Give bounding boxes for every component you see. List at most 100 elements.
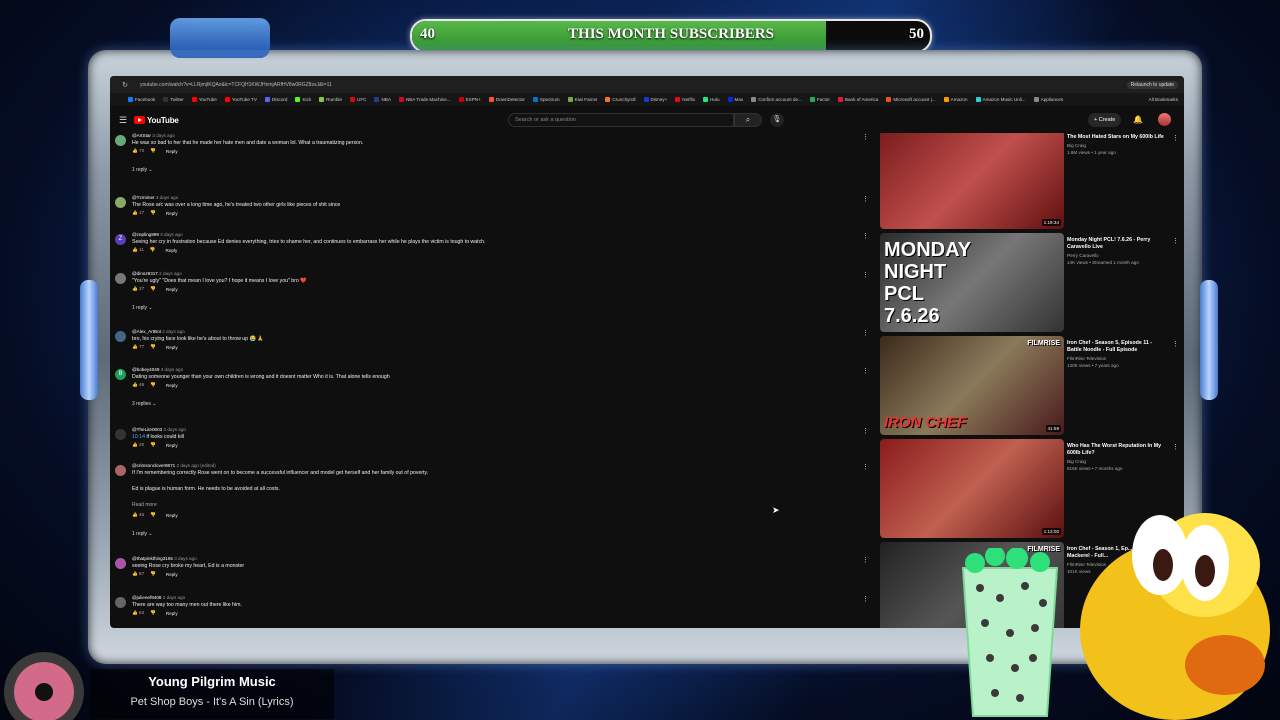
comment-author[interactable]: @Tzmimer 3 days ago — [132, 195, 178, 200]
bookmark-item[interactable]: Bank of America — [837, 97, 878, 102]
comment-handle[interactable]: @Alex_ArtBot — [132, 329, 161, 334]
comment-author[interactable]: @crimsonclover9871 2 days ago (edited) — [132, 463, 216, 468]
reply-button[interactable]: Reply — [166, 345, 178, 350]
video-title[interactable]: Monday Night PCL! 7.6.26 - Perry Caravel… — [1067, 237, 1167, 251]
reply-button[interactable]: Reply — [166, 383, 178, 388]
dislike-icon[interactable]: 👎 — [150, 247, 156, 253]
like-button[interactable]: 👍 46 — [132, 382, 144, 388]
bookmark-item[interactable]: Factor — [809, 97, 830, 102]
replies-toggle[interactable]: 1 reply ⌄ — [132, 167, 153, 173]
bookmark-item[interactable]: NBA Trade Machine... — [398, 97, 451, 102]
comment-handle[interactable]: @julienef9408 — [132, 595, 161, 600]
comment-avatar[interactable] — [115, 135, 126, 146]
comment-avatar[interactable] — [115, 597, 126, 608]
comment-handle[interactable]: @ArtStar — [132, 133, 151, 138]
video-title[interactable]: The Most Hated Stars on My 600lb Life — [1067, 134, 1167, 141]
reply-button[interactable]: Reply — [166, 211, 178, 216]
dislike-icon[interactable]: 👎 — [150, 286, 156, 292]
like-button[interactable]: 👍 27 — [132, 286, 144, 292]
related-video-item[interactable]: 1:19:34 The Most Hated Stars on My 600lb … — [880, 133, 1180, 231]
comment-more-icon[interactable]: ⋮ — [862, 329, 869, 337]
hamburger-menu-icon[interactable]: ☰ — [112, 115, 134, 126]
comment-more-icon[interactable]: ⋮ — [862, 367, 869, 375]
read-more-link[interactable]: Read more — [132, 502, 157, 508]
bookmark-item[interactable]: Max — [727, 97, 743, 102]
comment-author[interactable]: @Alex_ArtBot 2 days ago — [132, 329, 185, 334]
search-button[interactable]: ⌕ — [734, 113, 762, 127]
bookmark-item[interactable]: Kiwi Farms — [567, 97, 597, 102]
like-button[interactable]: 👍 77 — [132, 344, 144, 350]
like-button[interactable]: 👍 17 — [132, 210, 144, 216]
comment-more-icon[interactable]: ⋮ — [862, 595, 869, 603]
bookmark-item[interactable]: Spectrum — [532, 97, 560, 102]
bookmark-item[interactable]: DownDetector — [488, 97, 525, 102]
all-bookmarks-button[interactable]: All Bookmarks — [1149, 97, 1178, 102]
bookmark-item[interactable]: Microsoft account |... — [886, 97, 936, 102]
comment-handle[interactable]: @crimsonclover9871 — [132, 463, 175, 468]
comment-author[interactable]: @ArtStar 3 days ago — [132, 133, 175, 138]
dislike-icon[interactable]: 👎 — [150, 210, 156, 216]
bookmark-item[interactable]: Amazon — [943, 97, 968, 102]
relaunch-button[interactable]: Relaunch to update — [1126, 80, 1178, 89]
comment-author[interactable]: @thatpinkthing3165 3 days ago — [132, 556, 197, 561]
comment-handle[interactable]: @dinoz9317 — [132, 271, 158, 276]
bookmark-item[interactable]: Appliances — [1033, 97, 1063, 102]
reply-button[interactable]: Reply — [166, 611, 178, 616]
dislike-icon[interactable]: 👎 — [150, 442, 156, 448]
bookmark-item[interactable]: UFC — [350, 97, 366, 102]
bookmark-item[interactable]: Facebook — [128, 97, 155, 102]
related-video-item[interactable]: MONDAY NIGHT PCL 7.6.26 Monday Night PCL!… — [880, 233, 1180, 334]
bookmark-item[interactable]: Rumble — [319, 97, 342, 102]
like-button[interactable]: 👍 70 — [132, 148, 144, 154]
comment-author[interactable]: @zepling999 3 days ago — [132, 232, 183, 237]
video-channel[interactable]: Big Craig — [1067, 143, 1086, 148]
dislike-icon[interactable]: 👎 — [150, 571, 156, 577]
comment-more-icon[interactable]: ⋮ — [862, 195, 869, 203]
account-avatar[interactable] — [1158, 113, 1171, 126]
bookmark-item[interactable]: NBA — [374, 97, 391, 102]
comment-handle[interactable]: @thatpinkthing3165 — [132, 556, 173, 561]
bookmark-item[interactable]: Hulu — [703, 97, 720, 102]
replies-toggle[interactable]: 1 reply ⌄ — [132, 531, 153, 537]
video-thumbnail[interactable]: 1:19:34 — [880, 133, 1064, 229]
comment-author[interactable]: @dinoz9317 2 days ago — [132, 271, 182, 276]
create-button[interactable]: + Create — [1088, 113, 1122, 127]
reply-button[interactable]: Reply — [166, 287, 178, 292]
video-more-icon[interactable]: ⋮ — [1172, 237, 1179, 245]
comment-avatar[interactable] — [115, 558, 126, 569]
comment-handle[interactable]: @zepling999 — [132, 232, 159, 237]
bookmark-item[interactable]: Discord — [264, 97, 287, 102]
comment-more-icon[interactable]: ⋮ — [862, 463, 869, 471]
dislike-icon[interactable]: 👎 — [150, 610, 156, 616]
video-more-icon[interactable]: ⋮ — [1172, 443, 1179, 451]
like-button[interactable]: 👍 87 — [132, 571, 144, 577]
voice-search-button[interactable]: 🎙 — [770, 113, 784, 127]
comment-more-icon[interactable]: ⋮ — [862, 271, 869, 279]
bookmark-item[interactable]: Crunchyroll — [605, 97, 636, 102]
comment-handle[interactable]: @Tzmimer — [132, 195, 155, 200]
related-video-item[interactable]: IRON CHEF FILMRISE 41:59 Iron Chef - Season… — [880, 336, 1180, 437]
reply-button[interactable]: Reply — [166, 149, 178, 154]
video-channel[interactable]: FilmRise Television — [1067, 356, 1106, 361]
comment-avatar[interactable]: Z — [115, 234, 126, 245]
bookmark-item[interactable]: Confirm account de... — [751, 97, 802, 102]
comment-avatar[interactable] — [115, 273, 126, 284]
comment-avatar[interactable] — [115, 197, 126, 208]
video-more-icon[interactable]: ⋮ — [1172, 340, 1179, 348]
comment-avatar[interactable] — [115, 331, 126, 342]
video-thumbnail[interactable]: 1:13:00 — [880, 439, 1064, 538]
bookmark-item[interactable]: Disney+ — [643, 97, 667, 102]
video-thumbnail[interactable]: IRON CHEF FILMRISE 41:59 — [880, 336, 1064, 435]
bookmark-item[interactable]: Twitter — [163, 97, 184, 102]
replies-toggle[interactable]: 1 reply ⌄ — [132, 305, 153, 311]
video-thumbnail[interactable]: MONDAY NIGHT PCL 7.6.26 — [880, 233, 1064, 332]
comment-handle[interactable]: @bobey4049 — [132, 367, 159, 372]
reply-button[interactable]: Reply — [166, 443, 178, 448]
reply-button[interactable]: Reply — [166, 572, 178, 577]
dislike-icon[interactable]: 👎 — [150, 148, 156, 154]
replies-toggle[interactable]: 3 replies ⌄ — [132, 401, 157, 407]
comment-author[interactable]: @bobey4049 3 days ago — [132, 367, 183, 372]
video-channel[interactable]: Big Craig — [1067, 459, 1086, 464]
bookmark-item[interactable]: Kick — [295, 97, 311, 102]
comment-more-icon[interactable]: ⋮ — [862, 232, 869, 240]
